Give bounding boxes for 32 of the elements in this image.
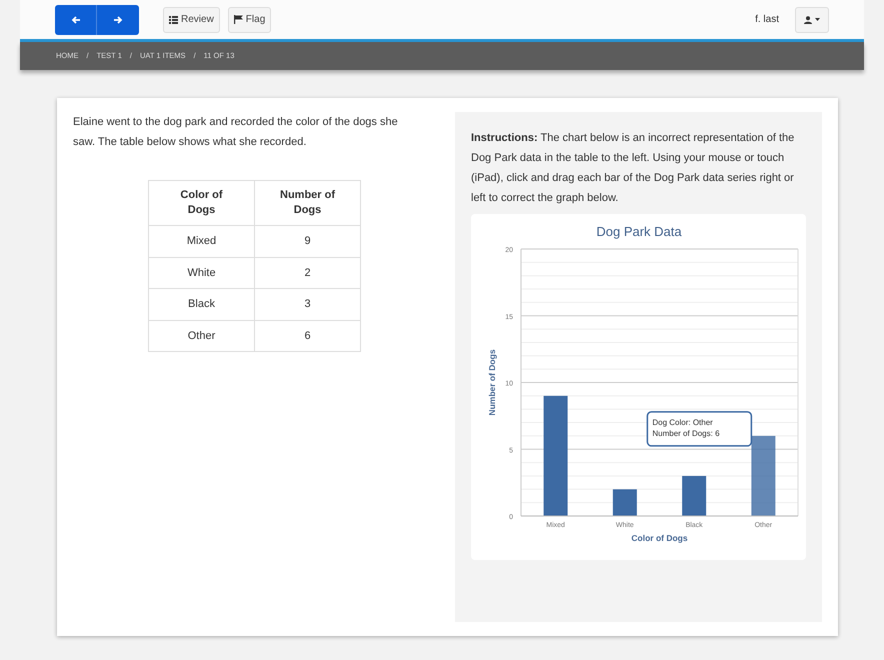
question-text: Elaine went to the dog park and recorded the color of the dogs she saw. The table below shows what she recorded.	[73, 115, 399, 150]
tooltip: Dog Color: Other Number of Dogs: 6	[646, 411, 752, 447]
table-cell: Other	[148, 320, 254, 352]
column-header: Number of Dogs	[254, 180, 360, 226]
flag-icon	[234, 15, 243, 24]
back-button[interactable]	[55, 4, 97, 34]
table-cell: 2	[254, 257, 360, 288]
bar[interactable]	[612, 489, 637, 516]
user-icon	[804, 16, 812, 24]
left-arrow-icon	[70, 16, 80, 24]
review-button[interactable]: Review	[163, 6, 220, 32]
table-cell: 6	[254, 320, 360, 352]
instructions-text: Instructions: The chart below is an incorrect representation of the Dog Park data in the table to the left. Using your mouse or touch (iPad), click and drag each bar of the Dog Park data series right or left to correct the graph below.	[471, 131, 796, 206]
bar[interactable]	[751, 436, 776, 516]
flag-button[interactable]: Flag	[228, 6, 272, 32]
x-axis-label: Color of Dogs	[631, 533, 688, 543]
table-cell: 9	[254, 226, 360, 257]
y-axis-label: Number of Dogs	[487, 349, 497, 416]
right-arrow-icon	[113, 16, 123, 24]
user-menu-button[interactable]	[795, 6, 829, 32]
list-icon	[169, 16, 178, 24]
bar[interactable]	[682, 476, 706, 516]
bar[interactable]	[544, 396, 568, 516]
caret-icon	[815, 18, 820, 21]
table-cell: Black	[148, 288, 254, 320]
user-name: f. last	[755, 13, 779, 27]
table-cell: Mixed	[148, 226, 254, 257]
table-cell: White	[148, 257, 254, 288]
chart-title: Dog Park Data	[596, 224, 682, 239]
forward-button[interactable]	[97, 4, 139, 34]
table-cell: 3	[254, 288, 360, 320]
column-header: Color of Dogs	[148, 180, 254, 226]
